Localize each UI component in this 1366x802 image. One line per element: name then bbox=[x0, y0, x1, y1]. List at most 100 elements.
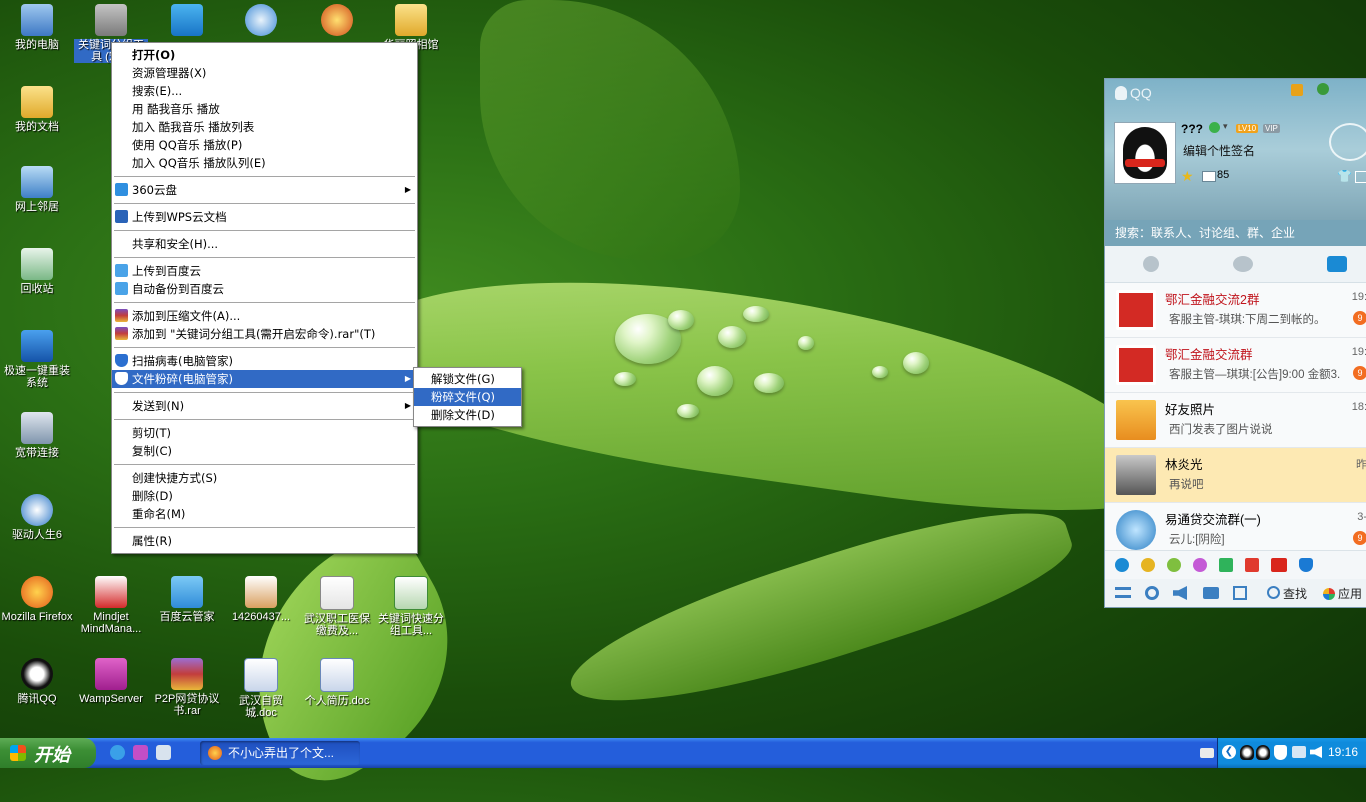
mail-icon[interactable] bbox=[1202, 171, 1216, 182]
taskbar-firefox-window[interactable]: 不小心弄出了个文... bbox=[200, 741, 360, 765]
desktop-icon-resume-doc[interactable]: 个人简历.doc bbox=[300, 658, 374, 707]
menu-item-360-cloud[interactable]: 360云盘 ▶ bbox=[112, 181, 417, 199]
start-button[interactable]: 开始 bbox=[0, 738, 96, 768]
shield-icon[interactable] bbox=[1299, 558, 1313, 572]
signature[interactable]: 编辑个性签名 bbox=[1183, 142, 1255, 159]
app-icon[interactable] bbox=[1193, 558, 1207, 572]
vip-badge[interactable]: VIP bbox=[1263, 124, 1280, 133]
keyboard-icon[interactable] bbox=[1200, 748, 1214, 758]
desktop-icon-driver[interactable]: 驱动人生6 bbox=[0, 494, 74, 541]
desktop-icon-recycle-bin[interactable]: 回收站 bbox=[0, 248, 74, 295]
desktop-icon-medical-doc[interactable]: 武汉职工医保缴费及... bbox=[300, 576, 374, 637]
qq-tray-icon[interactable] bbox=[1240, 745, 1254, 760]
level-badge[interactable]: LV10 bbox=[1236, 124, 1259, 133]
menu-item-qqmusic-queue[interactable]: 加入 QQ音乐 播放队列(E) bbox=[112, 154, 417, 172]
quicklaunch-app-icon[interactable] bbox=[156, 745, 171, 760]
desktop-icon-file-14260437[interactable]: 14260437... bbox=[224, 576, 298, 623]
app-box-icon[interactable] bbox=[1233, 586, 1247, 600]
clock[interactable]: 19:16 bbox=[1328, 745, 1358, 759]
star-icon[interactable]: ★ bbox=[1181, 168, 1194, 185]
conversation-item[interactable]: 好友照片 西门发表了图片说说 18: bbox=[1105, 393, 1366, 448]
online-status-icon[interactable] bbox=[1209, 122, 1220, 133]
menu-item-file-shred[interactable]: 文件粉碎(电脑管家) ▶ bbox=[112, 370, 417, 388]
menu-icon[interactable] bbox=[1115, 587, 1131, 598]
menu-item-properties[interactable]: 属性(R) bbox=[112, 532, 417, 550]
desktop-icon-my-computer[interactable]: 我的电脑 bbox=[0, 4, 74, 51]
menu-item-baidu-backup[interactable]: 自动备份到百度云 bbox=[112, 280, 417, 298]
app-icon[interactable] bbox=[1141, 558, 1155, 572]
desktop-icon-my-documents[interactable]: 我的文档 bbox=[0, 86, 74, 133]
menu-item-copy[interactable]: 复制(C) bbox=[112, 442, 417, 460]
menu-item-share-security[interactable]: 共享和安全(H)... bbox=[112, 235, 417, 253]
desktop-icon-mindjet[interactable]: Mindjet MindMana... bbox=[74, 576, 148, 635]
submenu-item-shred[interactable]: 粉碎文件(Q) bbox=[414, 388, 521, 406]
tab-groups[interactable] bbox=[1233, 256, 1253, 272]
app-icon[interactable] bbox=[1115, 558, 1129, 572]
status-dropdown-icon[interactable]: ▾ bbox=[1223, 121, 1228, 132]
submenu-item-delete[interactable]: 删除文件(D) bbox=[414, 406, 521, 424]
shirt-icon[interactable]: 👕 bbox=[1337, 169, 1352, 183]
qq-search-bar[interactable]: 搜索：联系人、讨论组、群、企业 bbox=[1105, 220, 1366, 246]
app-icon[interactable] bbox=[1245, 558, 1259, 572]
app-icon[interactable] bbox=[1219, 558, 1233, 572]
submenu-item-unlock[interactable]: 解锁文件(G) bbox=[414, 370, 521, 388]
conversation-item[interactable]: 鄂汇金融交流2群 客服主管-琪琪:下周二到帐的。 19: 9 bbox=[1105, 283, 1366, 338]
menu-item-send-to[interactable]: 发送到(N) ▶ bbox=[112, 397, 417, 415]
qq-tray-icon[interactable] bbox=[1256, 745, 1270, 760]
desktop-icon-wamp[interactable]: WampServer bbox=[74, 658, 148, 705]
menu-item-open[interactable]: 打开(O) bbox=[112, 46, 417, 64]
menu-item-kuwo-add[interactable]: 加入 酷我音乐 播放列表 bbox=[112, 118, 417, 136]
settings-icon[interactable] bbox=[1145, 586, 1159, 600]
desktop-icon-p2p-rar[interactable]: P2P网贷协议书.rar bbox=[150, 658, 224, 717]
jd-icon[interactable] bbox=[1271, 558, 1287, 572]
tab-contacts[interactable] bbox=[1143, 256, 1159, 272]
skin-icon[interactable] bbox=[1355, 171, 1366, 183]
menu-item-explorer[interactable]: 资源管理器(X) bbox=[112, 64, 417, 82]
shield-icon[interactable] bbox=[1274, 745, 1287, 760]
desktop-icon-label: 百度云管家 bbox=[159, 611, 215, 623]
find-button[interactable]: 查找 bbox=[1267, 585, 1307, 602]
qq-nickname[interactable]: ??? bbox=[1181, 122, 1203, 136]
desktop-icon-label: WampServer bbox=[79, 693, 143, 705]
tab-conversations[interactable] bbox=[1327, 256, 1347, 272]
volume-icon[interactable] bbox=[1310, 746, 1322, 758]
conversation-item[interactable]: 鄂汇金融交流群 客服主管—琪琪:[公告]9:00 金额3. 19: 9 bbox=[1105, 338, 1366, 393]
weather-icon[interactable] bbox=[1329, 123, 1366, 161]
menu-item-kuwo-play[interactable]: 用 酷我音乐 播放 bbox=[112, 100, 417, 118]
quicklaunch-app-icon[interactable] bbox=[133, 745, 148, 760]
app-icon[interactable] bbox=[1167, 558, 1181, 572]
menu-item-search[interactable]: 搜索(E)... bbox=[112, 82, 417, 100]
tray-expand-icon[interactable]: ❮ bbox=[1222, 745, 1236, 759]
desktop-icon-360-cloud[interactable] bbox=[150, 4, 224, 39]
menu-item-add-to-rar[interactable]: 添加到 "关键词分组工具(需开启宏命令).rar"(T) bbox=[112, 325, 417, 343]
desktop-icon-reinstall[interactable]: 极速一键重装系统 bbox=[0, 330, 74, 389]
desktop-icon-itunes[interactable] bbox=[224, 4, 298, 39]
menu-item-create-shortcut[interactable]: 创建快捷方式(S) bbox=[112, 469, 417, 487]
menu-item-delete[interactable]: 删除(D) bbox=[112, 487, 417, 505]
desktop-icon-broadband[interactable]: 宽带连接 bbox=[0, 412, 74, 459]
apps-button[interactable]: 应用 bbox=[1323, 585, 1362, 602]
desktop-icon-network[interactable]: 网上邻居 bbox=[0, 166, 74, 213]
find-button-label: 查找 bbox=[1283, 587, 1308, 601]
desktop-icon-firefox[interactable]: Mozilla Firefox bbox=[0, 576, 74, 623]
menu-item-add-archive[interactable]: 添加到压缩文件(A)... bbox=[112, 307, 417, 325]
desktop-icon-qq[interactable]: 腾讯QQ bbox=[0, 658, 74, 705]
wallet-icon[interactable] bbox=[1317, 83, 1329, 95]
quicklaunch-ie-icon[interactable] bbox=[110, 745, 125, 760]
menu-item-qqmusic-play[interactable]: 使用 QQ音乐 播放(P) bbox=[112, 136, 417, 154]
folder-icon[interactable] bbox=[1203, 587, 1219, 599]
avatar[interactable] bbox=[1114, 122, 1176, 184]
desktop-icon-baidu-cloud[interactable]: 百度云管家 bbox=[150, 576, 224, 623]
menu-item-scan-virus[interactable]: 扫描病毒(电脑管家) bbox=[112, 352, 417, 370]
desktop-icon-keyword-excel[interactable]: 关键词快速分组工具... bbox=[374, 576, 448, 637]
network-tray-icon[interactable] bbox=[1292, 746, 1306, 758]
menu-item-cut[interactable]: 剪切(T) bbox=[112, 424, 417, 442]
menu-item-rename[interactable]: 重命名(M) bbox=[112, 505, 417, 523]
desktop-icon-qq-game[interactable] bbox=[300, 4, 374, 39]
menu-item-baidu-upload[interactable]: 上传到百度云 bbox=[112, 262, 417, 280]
medal-icon[interactable] bbox=[1291, 84, 1303, 96]
desktop-icon-wuhan-doc[interactable]: 武汉自贸城.doc bbox=[224, 658, 298, 719]
volume-icon[interactable] bbox=[1173, 586, 1187, 600]
menu-item-wps-upload[interactable]: 上传到WPS云文档 bbox=[112, 208, 417, 226]
conversation-item[interactable]: 林炎光 再说吧 昨 bbox=[1105, 448, 1366, 503]
